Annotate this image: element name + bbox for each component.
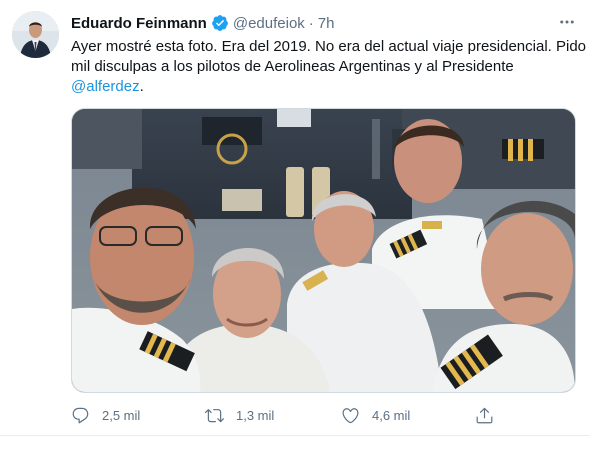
more-button[interactable] [553,10,581,38]
share-icon [475,406,494,425]
verified-badge-icon [211,14,229,32]
reply-count: 2,5 mil [102,407,141,423]
reply-icon [71,406,90,425]
like-count: 4,6 mil [372,407,411,423]
tweet-text-line-3: @alferdez. [71,77,571,97]
tweet-actions: 2,5 mil 1,3 mil 4,6 mil [71,404,501,426]
retweet-button[interactable]: 1,3 mil [205,404,274,426]
separator-dot: · [308,14,314,32]
tweet-text-line-2: mil disculpas a los pilotos de Aerolinea… [71,58,514,75]
avatar[interactable] [12,11,59,58]
tweet-photo[interactable] [71,108,576,393]
tweet-text: Ayer mostré esta foto. Era del 2019. No … [71,37,587,97]
share-button[interactable] [475,404,494,426]
heart-icon [341,406,360,425]
timestamp[interactable]: 7h [318,15,335,32]
more-icon [558,13,576,36]
mention-link[interactable]: @alferdez [71,78,140,95]
author-name[interactable]: Eduardo Feinmann [71,15,207,32]
tweet[interactable]: Eduardo Feinmann @edufeiok · 7h Ayer mos… [0,0,590,436]
retweet-count: 1,3 mil [236,407,275,423]
reply-button[interactable]: 2,5 mil [71,404,140,426]
tweet-header: Eduardo Feinmann @edufeiok · 7h [71,13,334,33]
like-button[interactable]: 4,6 mil [341,404,410,426]
tweet-text-line-1: Ayer mostré esta foto. Era del 2019. No … [71,38,587,55]
tweet-text-trailing: . [139,78,144,95]
author-handle[interactable]: @edufeiok [233,15,305,32]
retweet-icon [205,406,224,425]
